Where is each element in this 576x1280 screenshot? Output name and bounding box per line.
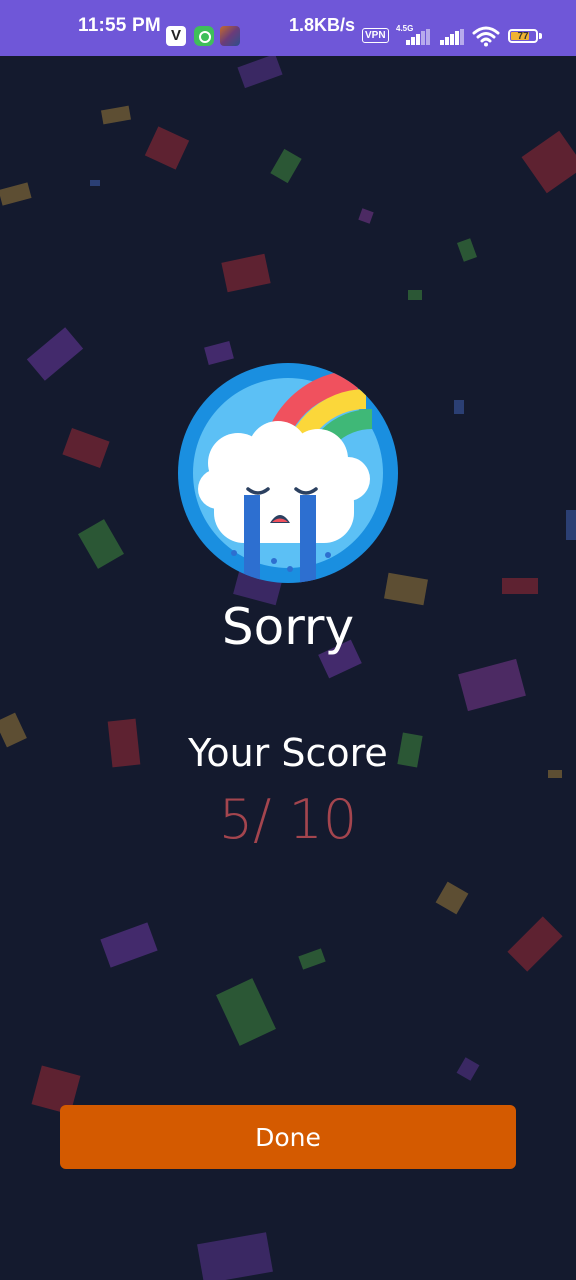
vpn-icon: VPN xyxy=(362,28,389,43)
wifi-icon xyxy=(472,26,500,47)
alarm-app-icon xyxy=(194,26,214,46)
network-speed: 1.8KB/s xyxy=(289,15,356,35)
battery-level: 77 xyxy=(517,31,529,42)
result-title: Sorry xyxy=(221,598,355,656)
notification-app-icon: V xyxy=(166,26,186,46)
confetti-background xyxy=(0,56,576,1280)
game-app-icon xyxy=(220,26,240,46)
status-time: 11:55 PM xyxy=(78,15,161,36)
signal-icon-2 xyxy=(440,29,466,45)
score-label: Your Score xyxy=(188,731,388,775)
battery-icon: 77 xyxy=(508,29,538,43)
done-button[interactable]: Done xyxy=(60,1105,516,1169)
status-bar: 11:55 PM V 1.8KB/s VPN 4.5G 77 xyxy=(0,0,576,56)
score-value: 5/ 10 xyxy=(218,788,358,851)
signal-icon xyxy=(406,29,432,45)
crying-rainbow-cloud-icon xyxy=(178,363,398,583)
